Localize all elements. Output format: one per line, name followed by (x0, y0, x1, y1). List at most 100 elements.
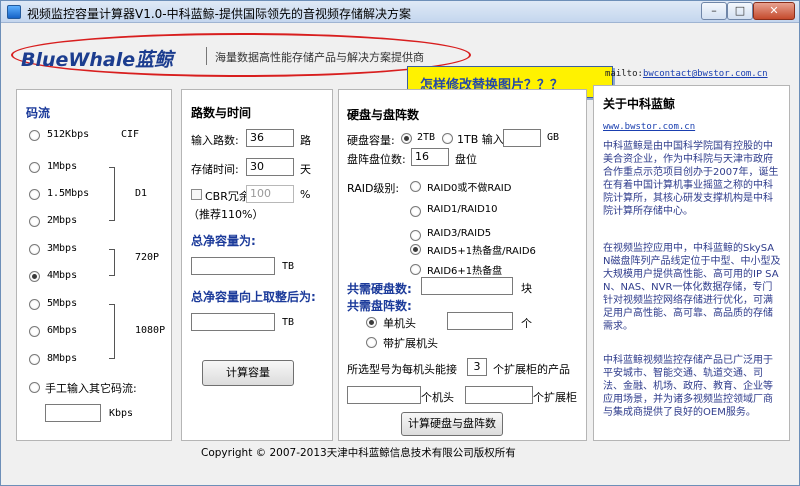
slots-field[interactable]: 16 (411, 148, 449, 166)
radio-raid6[interactable] (410, 244, 421, 255)
label-1-5mbps: 1.5Mbps (47, 188, 90, 199)
720p-bracket (109, 249, 115, 276)
contact-email[interactable]: mailto:bwcontact@bwstor.com.cn (605, 69, 768, 79)
radio-1tb[interactable] (442, 133, 453, 144)
logo-divider (206, 47, 207, 65)
model-label: 所选型号为每机头能接 (347, 363, 457, 376)
label-6mbps: 6Mbps (47, 325, 78, 336)
maximize-button[interactable]: □ (727, 2, 753, 20)
label-raid6: RAID5+1热备盘/RAID6 (427, 246, 536, 257)
calculate-capacity-button[interactable]: 计算容量 (202, 360, 294, 386)
label-raid6-spare: RAID6+1热备盘 (427, 266, 503, 277)
website-link[interactable]: www.bwstor.com.cn (603, 122, 695, 132)
need-disks-label: 共需硬盘数: (347, 282, 412, 296)
channels-heading: 路数与时间 (191, 106, 252, 120)
disk-capacity-label: 硬盘容量: (347, 134, 395, 147)
custom-bitrate-unit: Kbps (109, 408, 134, 419)
rounded-capacity-heading: 总净容量向上取整后为: (191, 290, 316, 304)
res-1080p-label: 1080P (135, 325, 166, 336)
radio-512kbps[interactable] (29, 130, 40, 141)
bitrate-panel: 码流 512Kbps CIF 1Mbps 1.5Mbps 2Mbps D1 3M… (16, 89, 172, 441)
about-paragraph-1: 中科蓝鲸是由中国科学院国有控股的中美合资企业，作为中科院与天津市政府合作重点示范… (603, 141, 779, 217)
label-2tb: 2TB (417, 132, 436, 143)
label-512kbps: 512Kbps (47, 129, 90, 140)
total-capacity-unit: TB (282, 261, 295, 272)
label-raid1: RAID1/RAID10 (427, 204, 498, 215)
total-capacity-heading: 总净容量为: (191, 234, 256, 248)
mailto-prefix: mailto: (605, 69, 643, 79)
storage-days-unit: 天 (300, 163, 311, 176)
input-channels-unit: 路 (300, 134, 311, 147)
slots-unit: 盘位 (455, 153, 477, 166)
cbr-label: CBR冗余 (205, 190, 250, 203)
radio-1mbps[interactable] (29, 162, 40, 173)
copyright-text: Copyright © 2007-2013天津中科蓝鲸信息技术有限公司版权所有 (201, 447, 516, 459)
radio-8mbps[interactable] (29, 354, 40, 365)
radio-raid6-spare[interactable] (410, 264, 421, 275)
cbr-hint: （推荐110%） (188, 208, 264, 221)
input-channels-field[interactable]: 36 (246, 129, 294, 147)
total-capacity-field[interactable] (191, 257, 275, 275)
need-disks-unit: 块 (521, 282, 532, 295)
custom-bitrate-input[interactable] (45, 404, 101, 422)
about-paragraph-3: 中科蓝鲸视频监控存储产品已广泛用于平安城市、智能交通、轨道交通、司法、金融、机场… (603, 355, 773, 418)
title-bar[interactable]: 视频监控容量计算器V1.0-中科蓝鲸-提供国际领先的音视频存储解决方案 – □ … (1, 1, 799, 23)
cabinets-field[interactable] (465, 386, 533, 404)
disks-panel: 硬盘与盘阵数 硬盘容量: 2TB 1TB 输入: GB 盘阵盘位数: 16 盘位… (338, 89, 587, 441)
about-panel: 关于中科蓝鲸 www.bwstor.com.cn 中科蓝鲸是由中国科学院国有控股… (593, 85, 790, 441)
storage-days-label: 存储时间: (191, 163, 239, 176)
radio-1-5mbps[interactable] (29, 189, 40, 200)
cabinets-unit: 个扩展柜 (533, 391, 577, 404)
heads-field[interactable] (347, 386, 421, 404)
res-cif-label: CIF (121, 129, 140, 140)
radio-4mbps[interactable] (29, 271, 40, 282)
radio-3mbps[interactable] (29, 244, 40, 255)
radio-5mbps[interactable] (29, 299, 40, 310)
window-title: 视频监控容量计算器V1.0-中科蓝鲸-提供国际领先的音视频存储解决方案 (27, 7, 411, 21)
radio-single-head[interactable] (366, 317, 377, 328)
single-head-field[interactable] (447, 312, 513, 330)
model-field[interactable]: 3 (467, 358, 487, 376)
minimize-button[interactable]: – (701, 2, 727, 20)
about-paragraph-2: 在视频监控应用中，中科蓝鲸的SkySAN磁盘阵列产品线定位于中型、中小型及大规模… (603, 243, 781, 332)
single-head-unit: 个 (521, 317, 532, 330)
brand-slogan: 海量数据高性能存储产品与解决方案提供商 (215, 51, 424, 64)
cbr-field[interactable]: 100 (246, 185, 294, 203)
rounded-capacity-unit: TB (282, 317, 295, 328)
label-raid5: RAID3/RAID5 (427, 228, 492, 239)
res-d1-label: D1 (135, 188, 148, 199)
radio-raid1[interactable] (410, 206, 421, 217)
label-1mbps: 1Mbps (47, 161, 78, 172)
close-button[interactable]: ✕ (753, 2, 795, 20)
label-5mbps: 5Mbps (47, 298, 78, 309)
radio-2tb[interactable] (401, 133, 412, 144)
disks-heading: 硬盘与盘阵数 (347, 108, 420, 122)
model-suffix: 个扩展柜的产品 (493, 363, 570, 376)
custom-capacity-unit: GB (547, 132, 560, 143)
radio-custom-bitrate[interactable] (29, 382, 40, 393)
bitrate-heading: 码流 (26, 106, 51, 120)
label-raid0: RAID0或不做RAID (427, 183, 512, 194)
label-1tb: 1TB 输入: (457, 133, 508, 146)
custom-capacity-field[interactable] (503, 129, 541, 147)
heads-unit: 个机头 (421, 391, 454, 404)
calculate-disks-button[interactable]: 计算硬盘与盘阵数 (401, 412, 503, 436)
rounded-capacity-field[interactable] (191, 313, 275, 331)
radio-raid0[interactable] (410, 181, 421, 192)
radio-6mbps[interactable] (29, 326, 40, 337)
slots-label: 盘阵盘位数: (347, 153, 406, 166)
cbr-checkbox[interactable] (191, 189, 202, 200)
need-disks-field[interactable] (421, 277, 513, 295)
label-3mbps: 3Mbps (47, 243, 78, 254)
about-heading: 关于中科蓝鲸 (603, 97, 676, 111)
email-link[interactable]: bwcontact@bwstor.com.cn (643, 69, 768, 79)
label-single-head: 单机头 (383, 317, 416, 330)
res-720p-label: 720P (135, 252, 160, 263)
radio-expansion-head[interactable] (366, 337, 377, 348)
label-8mbps: 8Mbps (47, 353, 78, 364)
label-expansion-head: 带扩展机头 (383, 337, 438, 350)
radio-2mbps[interactable] (29, 216, 40, 227)
input-channels-label: 输入路数: (191, 134, 239, 147)
storage-days-field[interactable]: 30 (246, 158, 294, 176)
radio-raid5[interactable] (410, 230, 421, 241)
